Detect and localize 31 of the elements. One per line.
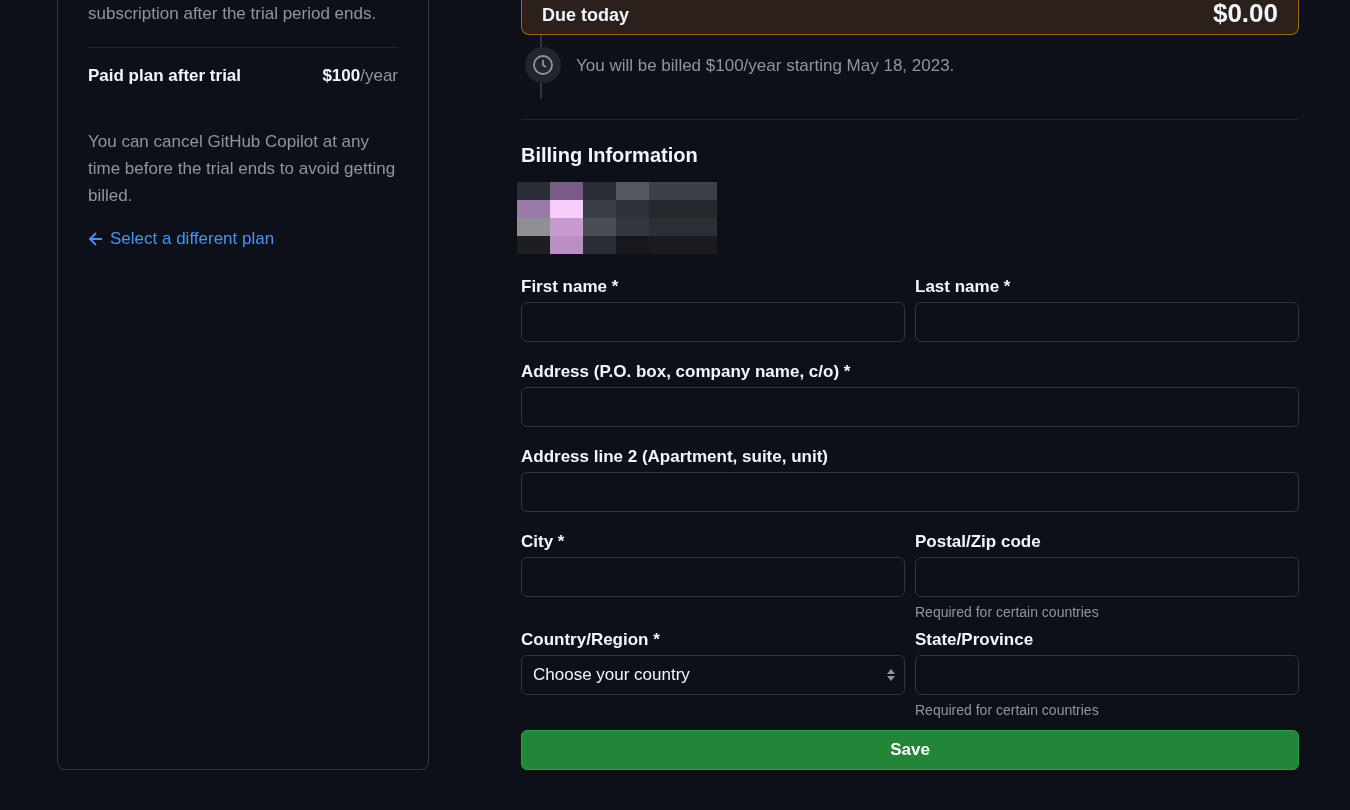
sort-caret-icon: [886, 668, 896, 682]
save-button[interactable]: Save: [521, 730, 1299, 770]
text-field[interactable]: [915, 655, 1299, 695]
due-label: Due today: [542, 5, 629, 26]
text-field[interactable]: [521, 387, 1299, 427]
back-link[interactable]: Select a different plan: [88, 229, 275, 249]
billing-notice: You will be billed $100/year starting May 18, 2023.: [576, 54, 955, 77]
text-field[interactable]: [521, 302, 905, 342]
field-label: State/Province: [915, 630, 1035, 650]
text-field[interactable]: [915, 557, 1299, 597]
text-field[interactable]: [915, 302, 1299, 342]
field-label: Postal/Zip code: [915, 532, 1042, 552]
field-label: First name *: [521, 277, 620, 297]
text-field[interactable]: [521, 557, 905, 597]
field-label: Country/Region *: [521, 630, 661, 650]
country-select[interactable]: Choose your country: [521, 655, 905, 695]
field-label: Address (P.O. box, company name, c/o) *: [521, 362, 852, 382]
field-label: City *: [521, 532, 566, 552]
price-text: $100/year: [322, 66, 398, 86]
field-label: Address line 2 (Apartment, suite, unit): [521, 447, 829, 467]
section-title: Billing Information: [521, 144, 699, 167]
field-hint: Required for certain countries: [915, 702, 1099, 718]
due-amount: $0.00: [1212, 0, 1278, 26]
text-field[interactable]: [521, 472, 1299, 512]
clock-icon: [525, 47, 561, 83]
price-label: Paid plan after trial: [88, 66, 242, 86]
arrow-left-icon: [88, 231, 104, 247]
trial-note: subscription after the trial period ends.: [88, 3, 378, 25]
field-hint: Required for certain countries: [915, 604, 1099, 620]
field-label: Last name *: [915, 277, 1012, 297]
cancel-note: You can cancel GitHub Copilot at any time before the trial ends to avoid getting billed.: [88, 131, 397, 207]
